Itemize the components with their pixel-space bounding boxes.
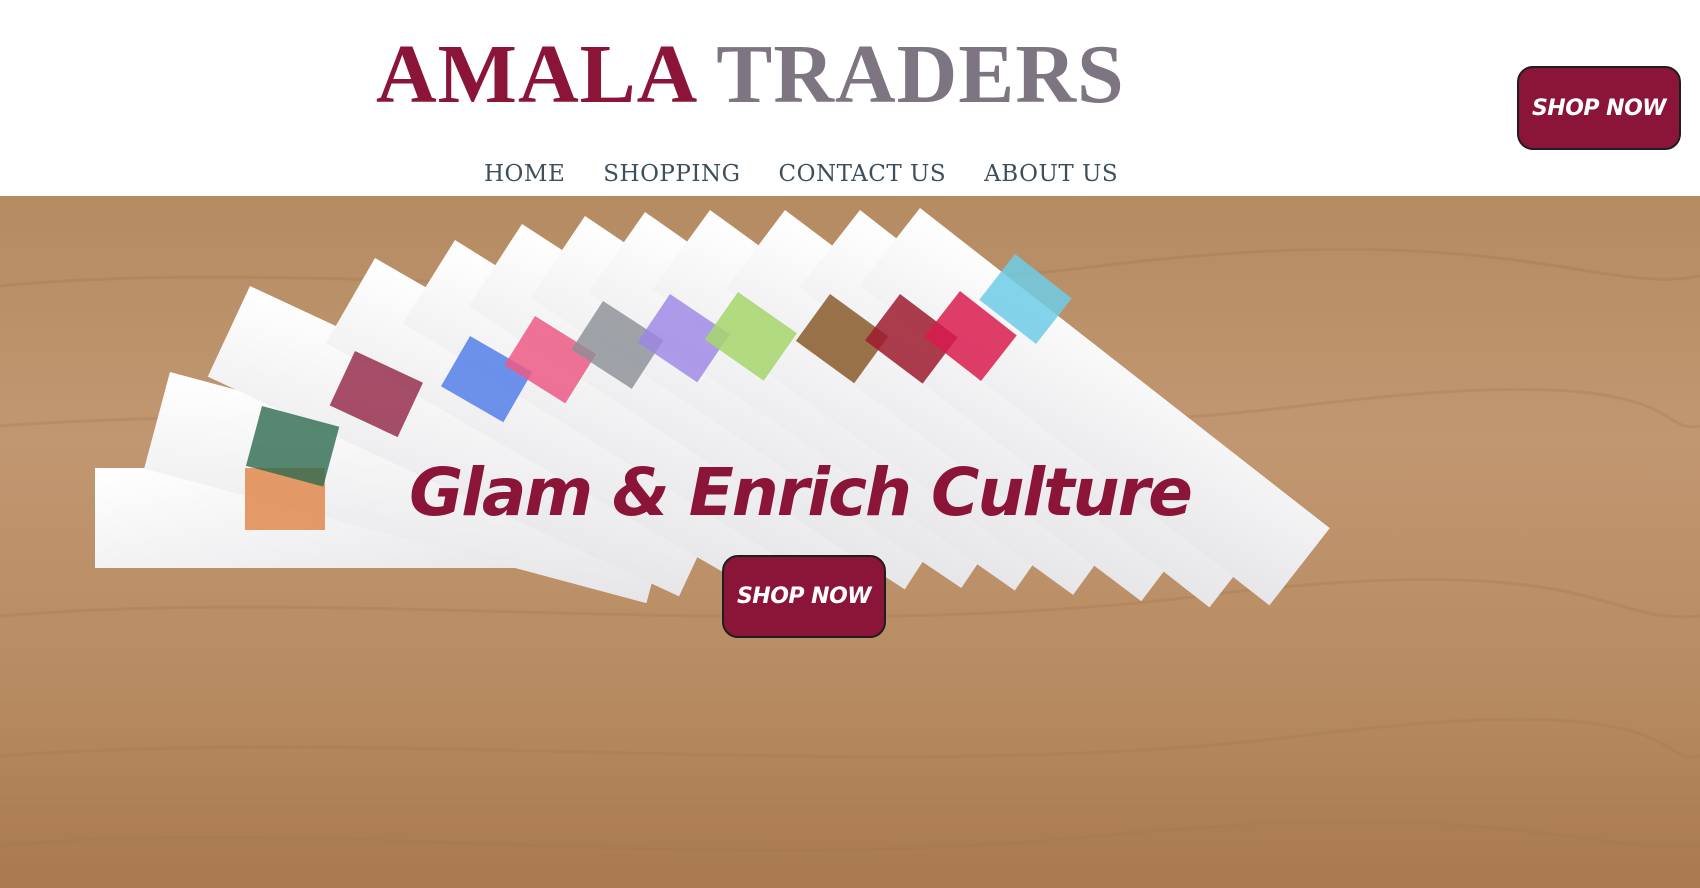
- header-shop-now-button[interactable]: SHOP NOW: [1517, 66, 1681, 150]
- nav-about-us[interactable]: ABOUT US: [984, 157, 1118, 191]
- nav-home[interactable]: HOME: [484, 157, 565, 191]
- brand-logo-word-1: AMALA: [376, 28, 699, 121]
- nav-contact-us[interactable]: CONTACT US: [778, 157, 946, 191]
- site-header: AMALA TRADERS HOME SHOPPING CONTACT US AB…: [0, 0, 1700, 196]
- brand-logo-word-2: TRADERS: [716, 28, 1125, 121]
- handkerchief-stack: [95, 208, 1330, 608]
- hero-image: [0, 208, 1700, 852]
- hero-shop-now-button[interactable]: SHOP NOW: [722, 555, 886, 638]
- hero-headline: Glam & Enrich Culture: [409, 454, 1193, 531]
- main-nav: HOME SHOPPING CONTACT US ABOUT US: [484, 157, 1118, 191]
- nav-shopping[interactable]: SHOPPING: [603, 157, 740, 191]
- hero-banner: Glam & Enrich Culture SHOP NOW: [0, 196, 1700, 888]
- brand-logo[interactable]: AMALA TRADERS: [376, 30, 1125, 120]
